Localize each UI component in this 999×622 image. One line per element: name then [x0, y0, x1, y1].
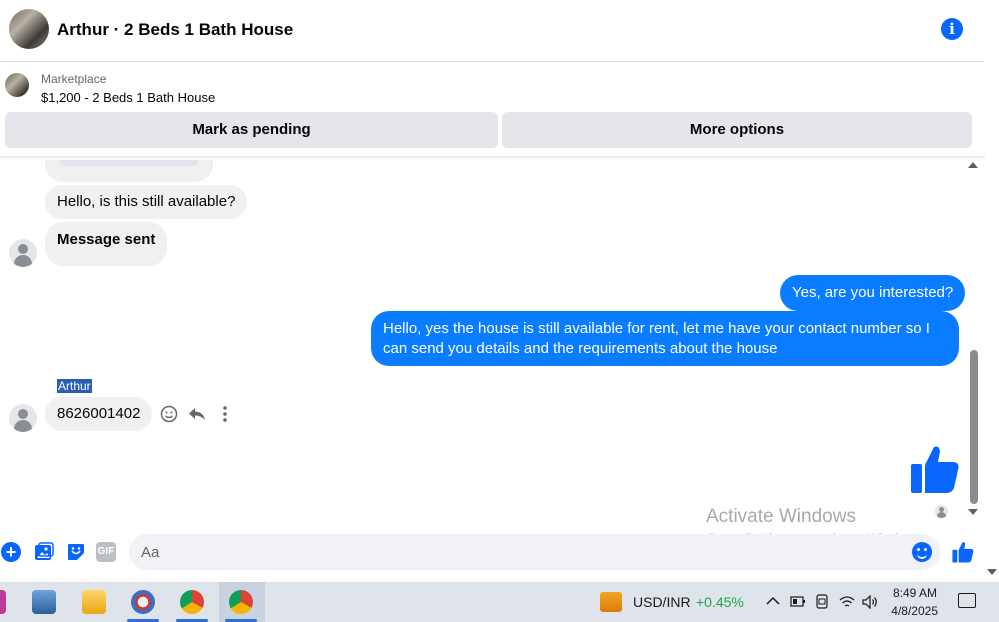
clock-date[interactable]: 4/8/2025 — [886, 604, 938, 618]
device-icon[interactable] — [815, 594, 829, 609]
outgoing-message[interactable]: Hello, yes the house is still available … — [371, 311, 959, 366]
person-icon — [18, 244, 28, 254]
scrollbar-thumb[interactable] — [970, 350, 978, 504]
sticker-icon[interactable] — [66, 542, 86, 562]
page-scroll-down-arrow-icon[interactable] — [987, 569, 997, 575]
currency-change[interactable]: +0.45% — [696, 594, 744, 610]
seen-avatar — [935, 505, 948, 518]
chrome-icon — [180, 590, 204, 614]
conversation-header: Arthur · 2 Beds 1 Bath House i — [0, 0, 985, 62]
chrome-icon — [229, 590, 253, 614]
incoming-message[interactable]: 8626001402 — [45, 397, 153, 431]
incoming-message[interactable]: Hello, is this still available? — [45, 185, 248, 219]
sender-name: Arthur — [57, 379, 92, 393]
notification-icon[interactable] — [958, 593, 976, 608]
plus-icon[interactable]: + — [1, 542, 21, 562]
emoji-icon[interactable] — [912, 542, 932, 562]
sender-avatar[interactable] — [9, 404, 37, 432]
chevron-up-icon[interactable] — [766, 596, 780, 606]
more-options-button[interactable]: More options — [502, 112, 972, 148]
gif-icon[interactable]: GIF — [96, 542, 116, 562]
mark-as-pending-button[interactable]: Mark as pending — [5, 112, 498, 148]
control-panel-icon — [32, 590, 56, 614]
currency-widget-icon[interactable] — [600, 592, 622, 612]
person-icon — [18, 409, 28, 419]
listing-title[interactable]: $1,200 - 2 Beds 1 Bath House — [41, 90, 215, 105]
send-like-icon[interactable] — [952, 541, 974, 563]
message-input[interactable] — [129, 534, 940, 570]
taskbar-chrome-profile[interactable] — [219, 582, 265, 622]
satellite-icon — [131, 590, 155, 614]
battery-icon[interactable] — [790, 596, 806, 607]
activate-windows-title: Activate Windows — [706, 506, 856, 527]
contact-avatar[interactable] — [9, 9, 49, 49]
currency-pair[interactable]: USD/INR — [633, 594, 691, 610]
info-icon[interactable]: i — [941, 18, 963, 40]
scroll-down-arrow-icon[interactable] — [968, 509, 978, 515]
photo-icon[interactable] — [34, 542, 54, 562]
volume-icon[interactable] — [862, 595, 878, 609]
sender-avatar[interactable] — [9, 239, 37, 267]
taskbar-control-panel[interactable] — [22, 582, 66, 622]
outgoing-message[interactable]: Yes, are you interested? — [780, 275, 966, 311]
taskbar-chrome[interactable] — [170, 582, 214, 622]
wifi-icon[interactable] — [839, 595, 855, 609]
listing-thumbnail[interactable] — [5, 73, 29, 97]
clock-time[interactable]: 8:49 AM — [891, 586, 937, 600]
scroll-up-arrow-icon[interactable] — [968, 162, 978, 168]
taskbar-app-satellite[interactable] — [121, 582, 165, 622]
message-sent-card[interactable]: Message sent — [45, 222, 168, 266]
taskbar-file-explorer[interactable] — [72, 582, 116, 622]
folder-icon — [82, 590, 106, 614]
more-actions-icon[interactable] — [221, 405, 229, 423]
thumbs-up-icon[interactable] — [910, 444, 960, 494]
reply-icon[interactable] — [188, 405, 206, 423]
react-emoji-icon[interactable] — [160, 405, 178, 423]
marketplace-label: Marketplace — [41, 72, 107, 86]
conversation-title[interactable]: Arthur · 2 Beds 1 Bath House — [57, 20, 293, 40]
clipped-attachment — [60, 160, 198, 166]
taskbar-app-partial[interactable] — [0, 582, 14, 622]
